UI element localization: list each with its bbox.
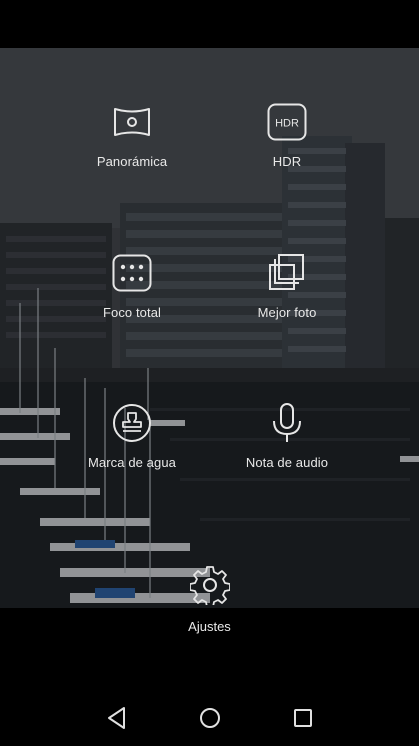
mode-all-focus[interactable]: Foco total [52,253,212,320]
mode-hdr-label: HDR [272,154,302,169]
all-focus-icon [112,254,152,292]
camera-viewfinder: Panorámica HDR HDR Foco total Mejor foto [0,48,419,608]
panorama-icon [114,108,150,136]
home-circle-icon[interactable] [195,703,225,733]
hdr-icon: HDR [267,103,307,141]
mode-best-photo[interactable]: Mejor foto [207,253,367,320]
settings-label: Ajustes [188,619,231,634]
watermark-stamp-icon [113,404,151,442]
mode-panorama[interactable]: Panorámica [52,102,212,169]
gear-icon [189,566,230,605]
status-bar [0,0,419,48]
best-photo-icon [269,254,304,290]
microphone-icon [273,403,301,442]
mode-watermark-label: Marca de agua [87,455,177,470]
mode-panorama-label: Panorámica [96,154,168,169]
recent-square-icon[interactable] [288,703,318,733]
settings-button[interactable]: Ajustes [150,565,269,634]
hdr-icon-text: HDR [275,118,299,130]
mode-all-focus-label: Foco total [102,305,162,320]
mode-audio-note[interactable]: Nota de audio [207,403,367,470]
mode-best-photo-label: Mejor foto [257,305,317,320]
mode-hdr[interactable]: HDR HDR [207,102,367,169]
mode-audio-note-label: Nota de audio [245,455,329,470]
mode-watermark[interactable]: Marca de agua [52,403,212,470]
navigation-bar [0,688,419,746]
back-triangle-icon[interactable] [102,703,132,733]
